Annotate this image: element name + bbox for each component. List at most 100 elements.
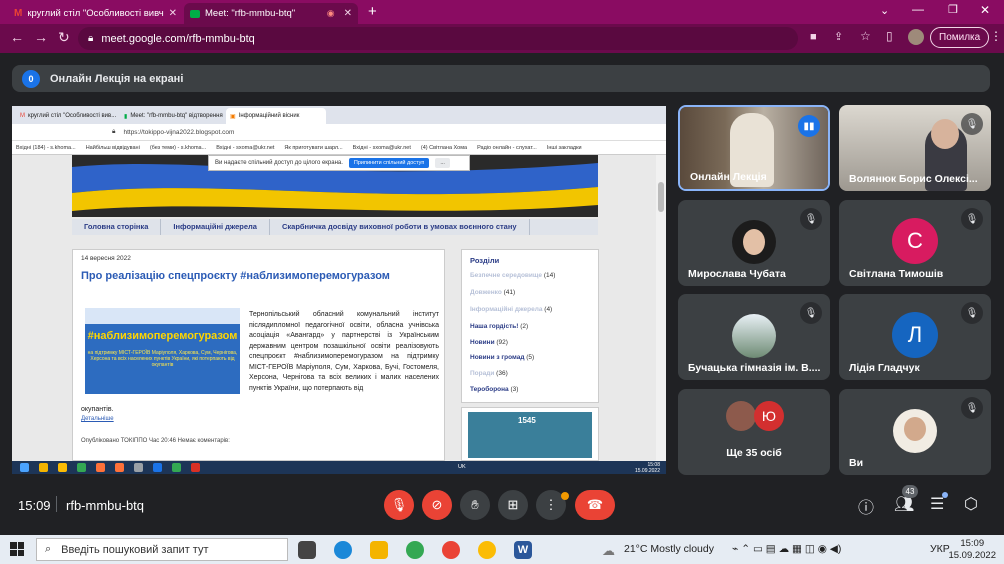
- blog-nav: Головна сторінка Інформаційні джерела Ск…: [72, 219, 598, 235]
- presenter-badge: 0: [22, 69, 40, 88]
- blog-post: 14 вересня 2022 Про реалізацію спецпроєк…: [72, 249, 445, 461]
- bookmark: Радіо онлайн - слухат...: [477, 144, 537, 151]
- hide-notice-button: ...: [435, 158, 450, 168]
- hangup-icon: ☎︎: [586, 497, 604, 512]
- profile-error-button[interactable]: Помилка: [930, 27, 990, 48]
- read-more-link: Детальніше: [81, 416, 114, 422]
- presentation-title: Онлайн Лекція на екрані: [50, 72, 184, 85]
- participant-tile[interactable]: 🎙︎ Бучацька гімназія ім. В....: [678, 294, 830, 380]
- restore-icon[interactable]: ❐: [948, 3, 958, 16]
- tab-title: круглий стіл "Особливості вивч: [27, 8, 164, 19]
- chrome-icon: [172, 463, 181, 472]
- folder-icon: [58, 463, 67, 472]
- camera-toggle-button[interactable]: ⊘: [422, 490, 452, 520]
- participant-tile[interactable]: Ю Ще 35 осіб: [678, 389, 830, 475]
- participant-count-badge: 43: [902, 485, 918, 498]
- participant-avatar: Ю: [754, 401, 784, 431]
- close-tab-icon[interactable]: ✕: [344, 8, 352, 19]
- lock-icon: 🔒︎: [88, 33, 94, 44]
- file-explorer-icon[interactable]: [370, 541, 388, 559]
- word-icon[interactable]: W: [514, 541, 532, 559]
- chrome-icon[interactable]: [406, 541, 424, 559]
- screen-share-notice: Ви надаєте спільний доступ до цілого екр…: [208, 155, 470, 171]
- chrome-icon[interactable]: [478, 541, 496, 559]
- participant-photo: [732, 220, 776, 264]
- participant-avatar: Л: [892, 312, 938, 358]
- info-icon[interactable]: ⓘ: [858, 494, 874, 518]
- forward-icon[interactable]: →: [34, 29, 48, 45]
- app-icon: [134, 463, 143, 472]
- sidebar-label: Поради (36): [470, 370, 508, 377]
- edge-icon: [153, 463, 162, 472]
- camera-off-icon: ⊘: [431, 497, 443, 512]
- present-icon: ⊞: [507, 497, 519, 512]
- meeting-code: rfb-mmbu-btq: [66, 498, 145, 513]
- weather-text[interactable]: 21°C Mostly cloudy: [624, 543, 714, 555]
- participant-tile[interactable]: 🎙︎ Ви: [839, 389, 991, 475]
- meet-icon: [190, 9, 200, 18]
- browser-tab-gmail[interactable]: M круглий стіл "Особливості вивч ✕: [8, 3, 176, 24]
- divider: [56, 496, 57, 512]
- hand-icon: ✋︎: [471, 497, 479, 512]
- sidebar-label: Тероборона (3): [470, 386, 519, 393]
- sidebar-label: Наша гордість! (2): [470, 323, 529, 330]
- mic-off-icon: 🎙︎: [961, 302, 983, 324]
- speaking-indicator-icon: ▮▮: [798, 115, 820, 137]
- shared-bookmarks-bar: Вхідні (184) - s.khoma... Найбільш відві…: [12, 141, 666, 155]
- shared-url: https://tokippo-vijna2022.blogspot.com: [123, 128, 235, 136]
- sidebar-label: Новини з громад (5): [470, 354, 535, 361]
- windows-start-icon[interactable]: [10, 542, 24, 556]
- sidebar-icon[interactable]: ▯: [886, 29, 893, 43]
- browser-tab-meet[interactable]: Meet: "rfb-mmbu-btq" ◉ ✕: [184, 3, 358, 24]
- share-notice-text: Ви надаєте спільний доступ до цілого екр…: [215, 160, 343, 166]
- promo-heading: #наблизимоперемогуразом: [87, 330, 238, 342]
- input-language[interactable]: УКР: [930, 543, 950, 555]
- shared-tab: Mкруглий стіл "Особливості вив...: [20, 113, 117, 119]
- hotline-banner: 1545: [468, 412, 592, 458]
- participant-name: Ви: [849, 457, 864, 469]
- back-icon[interactable]: ←: [10, 29, 24, 45]
- tab-search-icon[interactable]: ⌄: [880, 4, 889, 17]
- menu-kebab-icon[interactable]: ⋮: [990, 29, 1002, 43]
- browser-toolbar: ← → ↻ 🔒︎ meet.google.com/rfb-mmbu-btq ■ …: [0, 24, 1004, 53]
- participant-tile[interactable]: ▮▮ Онлайн Лекція: [678, 105, 830, 191]
- sidebar-heading: Розділи: [470, 256, 500, 265]
- address-bar[interactable]: 🔒︎ meet.google.com/rfb-mmbu-btq: [78, 27, 798, 50]
- new-tab-icon[interactable]: +: [368, 3, 377, 20]
- participant-tile[interactable]: 🎙︎ Мирослава Чубата: [678, 200, 830, 286]
- explorer-icon: [39, 463, 48, 472]
- shared-screen: Mкруглий стіл "Особливості вив... ▮ Meet:…: [12, 106, 666, 474]
- chrome-icon[interactable]: [442, 541, 460, 559]
- profile-avatar[interactable]: [908, 29, 924, 45]
- shared-scroll-thumb: [658, 182, 664, 212]
- bookmark-star-icon[interactable]: ☆: [860, 29, 871, 43]
- clock-date: 15.09.2022: [948, 550, 996, 561]
- raise-hand-button[interactable]: ✋︎: [460, 490, 490, 520]
- reload-icon[interactable]: ↻: [58, 29, 70, 46]
- meet-control-bar: 15:09 rfb-mmbu-btq 🎙︎ ⊘ ✋︎ ⊞ ⋮ ☎︎ ⓘ 👥︎ 4…: [0, 482, 1004, 535]
- mic-toggle-button[interactable]: 🎙︎: [384, 490, 414, 520]
- stop-sharing-button: Припинити спільний доступ: [348, 158, 430, 168]
- tray-icons[interactable]: ⌁ ⌃ ▭ ▤ ☁︎ ▦ ◫ ◉ ◀︎): [732, 543, 841, 555]
- activities-icon[interactable]: ⬡: [964, 494, 978, 514]
- tab-title: Meet: "rfb-mmbu-btq": [205, 8, 296, 19]
- minimize-icon[interactable]: —: [912, 2, 924, 16]
- participant-name: Бучацька гімназія ім. В....: [688, 362, 821, 374]
- hotline-number: 1545: [518, 416, 536, 425]
- system-clock[interactable]: 15:09 15.09.2022: [948, 538, 996, 562]
- share-icon[interactable]: ⇪: [834, 30, 843, 43]
- close-window-icon[interactable]: ✕: [980, 3, 990, 17]
- participant-tile[interactable]: С 🎙︎ Світлана Тимошів: [839, 200, 991, 286]
- leave-call-button[interactable]: ☎︎: [575, 490, 615, 520]
- close-tab-icon[interactable]: ✕: [169, 8, 176, 19]
- edge-icon[interactable]: [334, 541, 352, 559]
- task-view-icon[interactable]: [298, 541, 316, 559]
- participant-tile[interactable]: Л 🎙︎ Лідія Гладчук: [839, 294, 991, 380]
- participant-face: [931, 119, 959, 149]
- camera-icon[interactable]: ■: [810, 31, 817, 43]
- participant-avatar: С: [892, 218, 938, 264]
- participant-tile[interactable]: 🎙︎ Волянюк Борис Олексі...: [839, 105, 991, 191]
- windows-search-box[interactable]: ⌕ Введіть пошуковий запит тут: [36, 538, 288, 561]
- presentation-banner: 0 Онлайн Лекція на екрані: [12, 65, 990, 92]
- present-button[interactable]: ⊞: [498, 490, 528, 520]
